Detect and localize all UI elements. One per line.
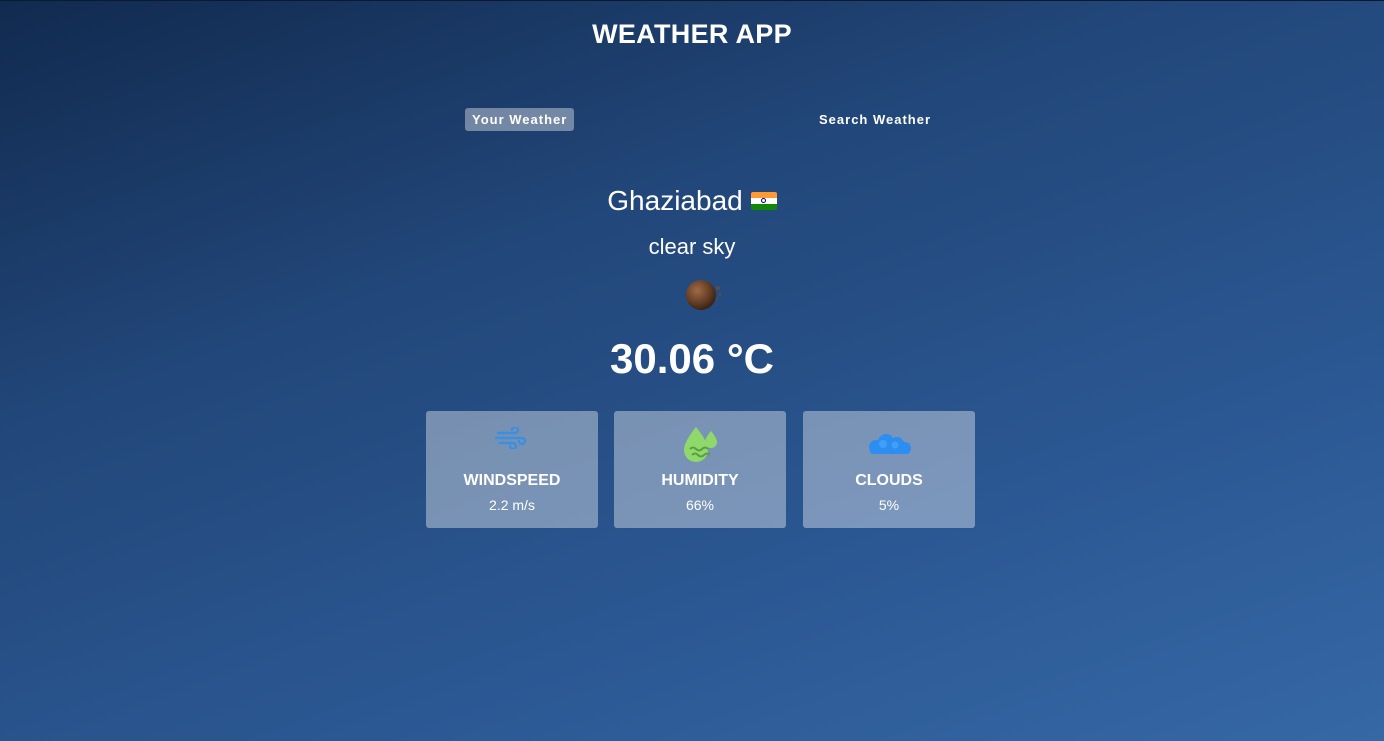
clouds-label: CLOUDS xyxy=(855,472,923,489)
humidity-icon xyxy=(680,425,720,470)
temperature: 30.06 °C xyxy=(610,335,774,382)
tab-search-weather[interactable]: Search Weather xyxy=(812,108,938,131)
city-name: Ghaziabad xyxy=(607,185,743,216)
tab-your-weather[interactable]: Your Weather xyxy=(465,108,575,131)
weather-description: clear sky xyxy=(648,234,736,259)
city-row: Ghaziabad xyxy=(0,185,1384,217)
india-flag-icon xyxy=(750,191,777,210)
humidity-card: HUMIDITY 66% xyxy=(614,411,786,528)
humidity-label: HUMIDITY xyxy=(661,472,739,489)
clouds-value: 5% xyxy=(878,497,900,513)
windspeed-label: WINDSPEED xyxy=(463,472,561,489)
app-title: WEATHER APP xyxy=(592,19,792,49)
clouds-card: CLOUDS 5% xyxy=(803,411,975,528)
clear-sky-night-icon xyxy=(682,279,726,313)
humidity-value: 66% xyxy=(685,497,715,513)
cloud-icon xyxy=(866,433,912,460)
windspeed-value: 2.2 m/s xyxy=(489,497,535,513)
windspeed-card: WINDSPEED 2.2 m/s xyxy=(426,411,598,528)
wind-icon xyxy=(494,425,529,454)
